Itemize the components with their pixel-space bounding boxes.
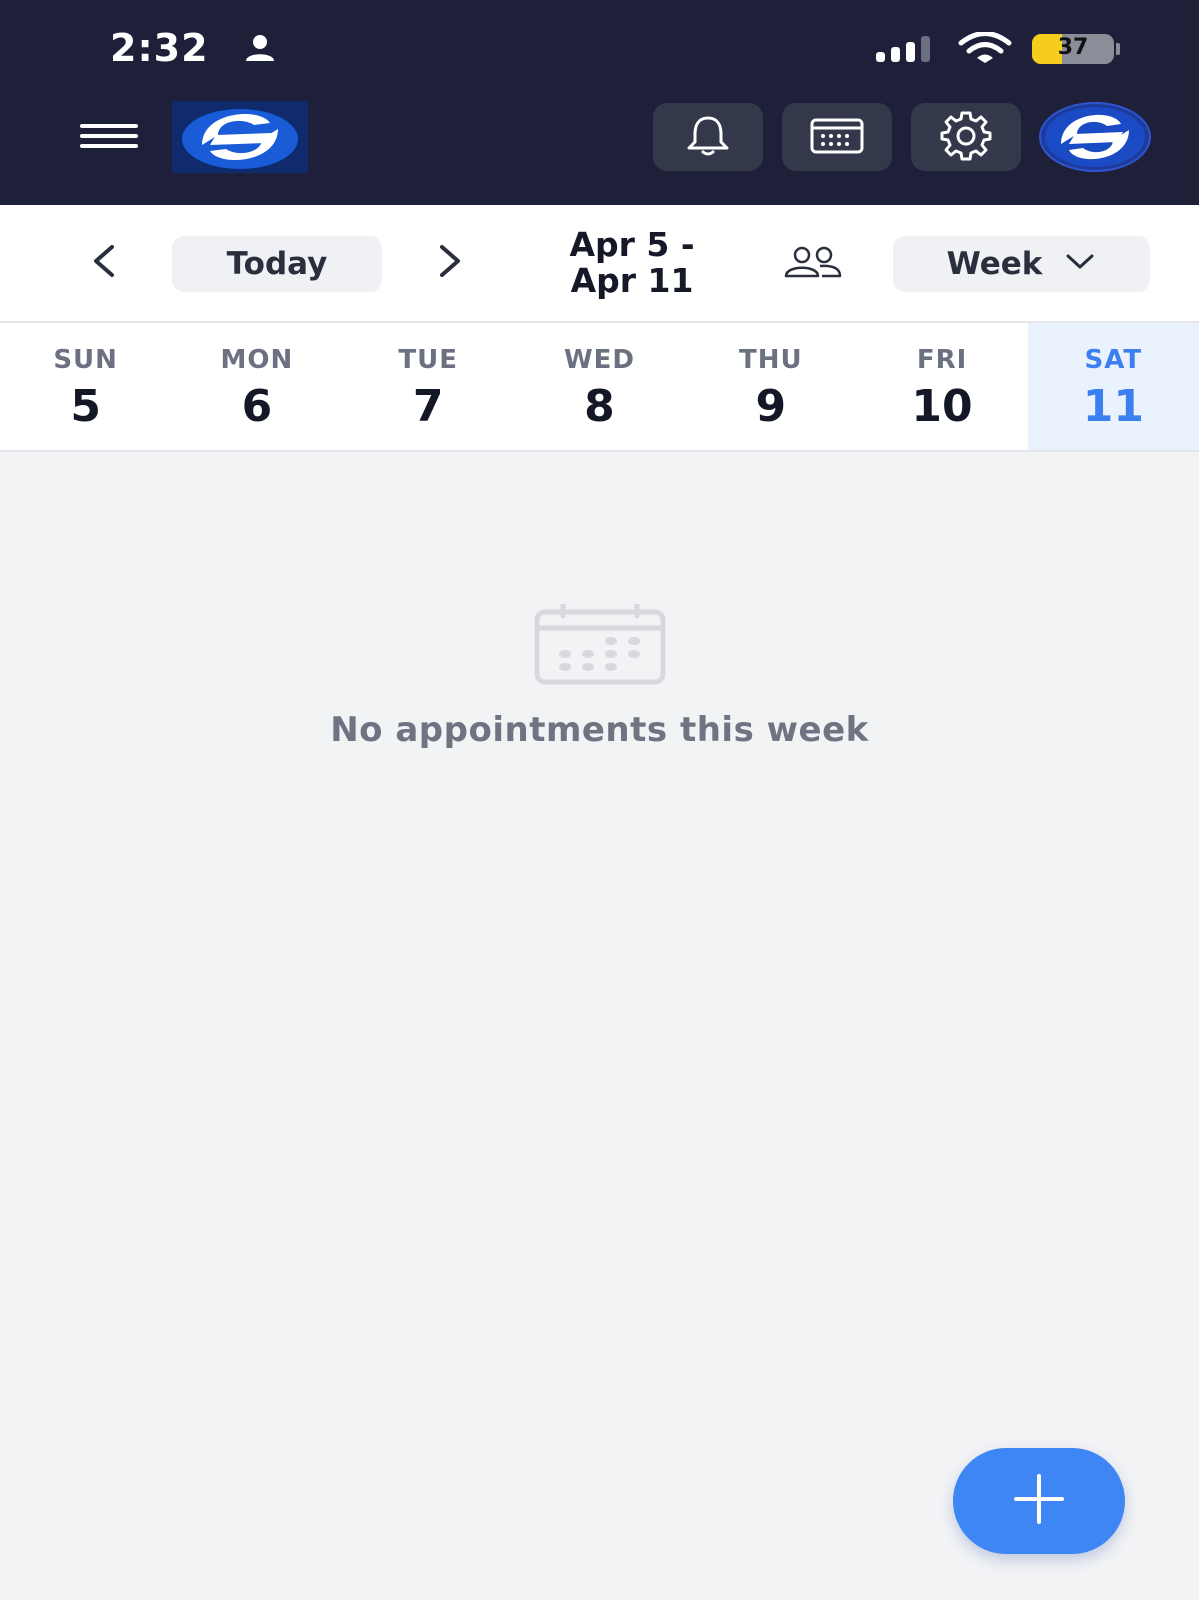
hamburger-icon[interactable] [80, 124, 138, 150]
day-number: 10 [911, 381, 973, 432]
app-header: 2:32 37 [0, 0, 1199, 205]
day-name: THU [738, 345, 803, 375]
day-number: 5 [70, 381, 101, 432]
battery-icon: 37 [1032, 34, 1114, 64]
day-thu[interactable]: THU 9 [685, 323, 856, 450]
chevron-left-icon [90, 243, 118, 283]
day-fri[interactable]: FRI 10 [856, 323, 1027, 450]
battery-nub [1116, 43, 1120, 55]
day-tue[interactable]: TUE 7 [343, 323, 514, 450]
date-range-end: Apr 11 [570, 261, 694, 300]
calendar-toolbar: Today Apr 5 - Apr 11 Week [0, 205, 1199, 323]
next-week-button[interactable] [430, 243, 470, 283]
chevron-down-icon [1064, 252, 1096, 276]
day-number: 6 [241, 381, 273, 432]
day-name: FRI [916, 345, 968, 375]
add-appointment-button[interactable] [953, 1448, 1125, 1554]
avatar[interactable] [1039, 102, 1151, 172]
day-wed[interactable]: WED 8 [514, 323, 685, 450]
view-mode-label: Week [946, 246, 1043, 282]
brand-logo [172, 101, 308, 173]
day-number: 9 [755, 381, 787, 432]
day-name: MON [220, 345, 294, 375]
battery-level: 37 [1057, 35, 1089, 60]
plus-icon [1010, 1470, 1068, 1532]
status-time: 2:32 [110, 26, 209, 70]
cellular-signal-icon [876, 36, 930, 62]
day-name: TUE [398, 345, 458, 375]
people-icon[interactable] [782, 245, 844, 283]
calendar-button[interactable] [782, 103, 892, 171]
bell-icon [683, 114, 733, 160]
day-mon[interactable]: MON 6 [171, 323, 342, 450]
today-button[interactable]: Today [172, 236, 382, 292]
person-icon [244, 34, 276, 66]
week-days-row: SUN 5 MON 6 TUE 7 WED 8 THU 9 FRI 10 SAT… [0, 323, 1199, 452]
date-range-start: Apr 5 - [569, 225, 695, 264]
day-name: SAT [1084, 345, 1143, 375]
calendar-icon [809, 115, 865, 159]
wifi-icon [958, 31, 1012, 68]
settings-button[interactable] [911, 103, 1021, 171]
day-sat[interactable]: SAT 11 [1027, 323, 1199, 450]
day-number: 8 [584, 381, 615, 432]
view-mode-select[interactable]: Week [893, 236, 1150, 292]
day-number: 11 [1082, 381, 1144, 432]
calendar-icon [533, 602, 667, 690]
day-sun[interactable]: SUN 5 [0, 323, 171, 450]
day-number: 7 [412, 381, 444, 432]
gear-icon [940, 109, 992, 165]
empty-state-message: No appointments this week [330, 710, 869, 750]
date-range: Apr 5 - Apr 11 [516, 227, 748, 299]
day-name: SUN [53, 345, 118, 375]
previous-week-button[interactable] [84, 243, 124, 283]
notifications-button[interactable] [653, 103, 763, 171]
day-name: WED [563, 345, 635, 375]
chevron-right-icon [436, 243, 464, 283]
